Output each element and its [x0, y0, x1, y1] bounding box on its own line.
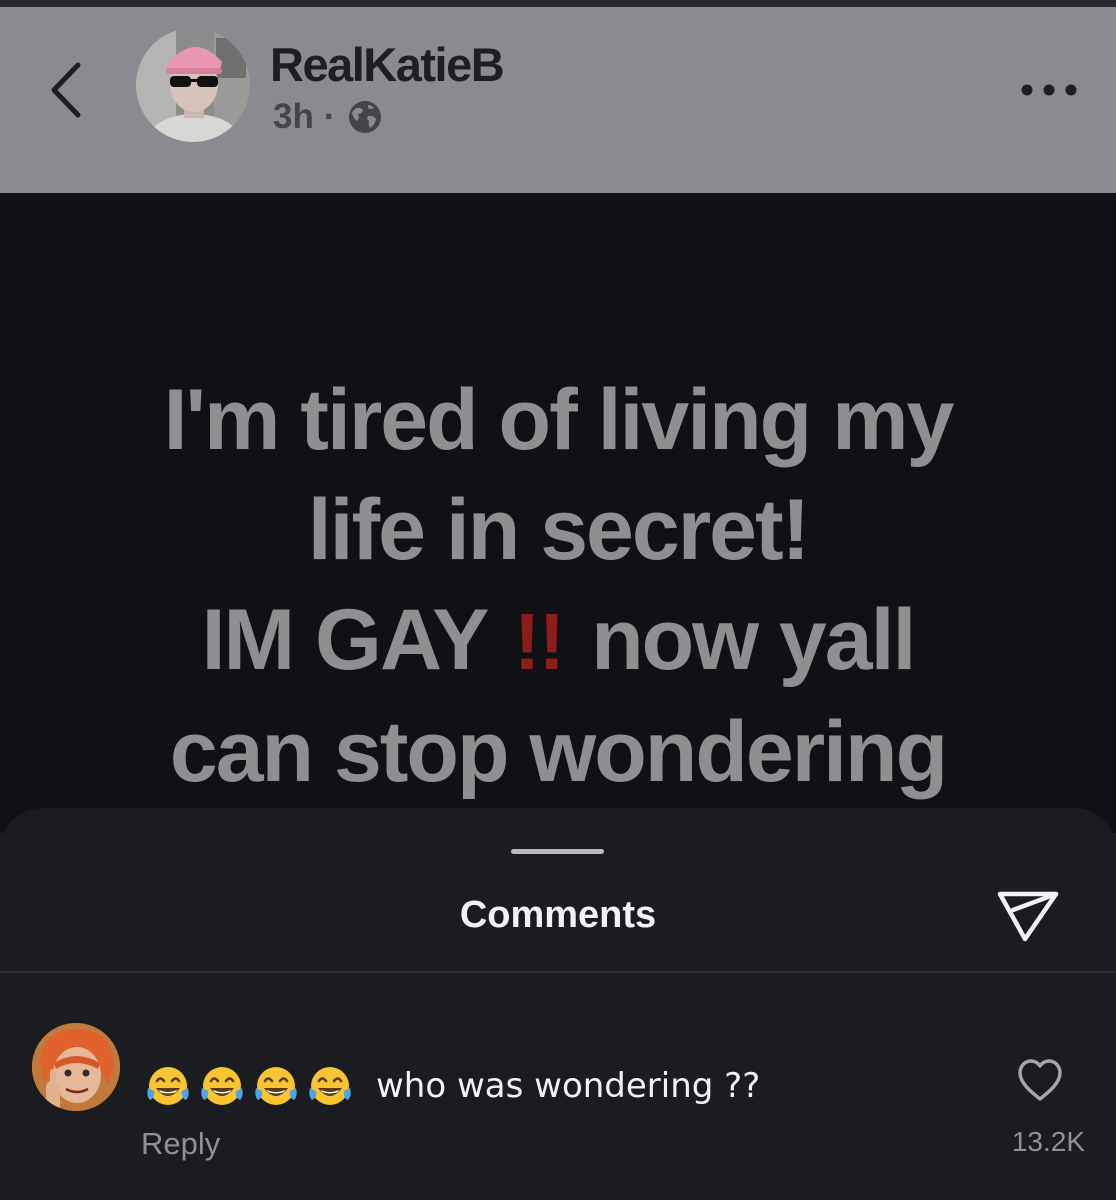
story-line-1: I'm tired of living my: [163, 372, 955, 468]
double-exclamation-mark: !!: [513, 597, 565, 686]
reply-button[interactable]: Reply: [141, 1126, 220, 1162]
post-meta: 3h ·: [273, 97, 382, 137]
heart-outline-icon: [1018, 1059, 1062, 1101]
back-button[interactable]: [40, 57, 96, 121]
author-avatar[interactable]: [136, 28, 250, 142]
comment-body: who was wondering ??: [144, 1062, 760, 1110]
comments-title: Comments: [459, 894, 657, 936]
author-avatar-image: [136, 28, 250, 142]
post-header: RealKatieB 3h ·: [0, 7, 1116, 193]
send-icon: [997, 891, 1059, 942]
more-button[interactable]: [1018, 77, 1080, 103]
story-line-3-start: IM GAY: [201, 592, 488, 688]
commenter-avatar-image: [32, 1023, 120, 1111]
tears-of-joy-emoji-icon: [255, 1067, 297, 1105]
story-text: I'm tired of living my life in secret! I…: [0, 365, 1116, 807]
comment-text: who was wondering ??: [376, 1066, 761, 1106]
more-horizontal-icon: [1021, 84, 1077, 96]
author-username[interactable]: RealKatieB: [270, 37, 505, 92]
comment-emojis: [144, 1062, 360, 1110]
story-line-4: can stop wondering: [169, 704, 948, 800]
comments-divider: [0, 971, 1116, 973]
story-line-3-end: now yall: [591, 592, 916, 688]
commenter-avatar[interactable]: [32, 1023, 120, 1111]
meta-separator: ·: [323, 97, 336, 136]
post-time: 3h: [273, 97, 314, 136]
share-button[interactable]: [995, 886, 1061, 944]
tears-of-joy-emoji-icon: [147, 1067, 189, 1105]
sheet-drag-handle[interactable]: [511, 849, 604, 854]
chevron-left-icon: [51, 62, 81, 118]
like-count: 13.2K: [1011, 1126, 1085, 1157]
comments-sheet: Comments who was wondering ?? Reply 13.2…: [0, 808, 1116, 1200]
story-line-3: IM GAY !! now yall: [0, 585, 1116, 697]
tears-of-joy-emoji-icon: [201, 1067, 243, 1105]
status-strip: [0, 0, 1116, 7]
like-button[interactable]: [1016, 1057, 1064, 1103]
story-line-2: life in secret!: [307, 482, 811, 578]
story-content: I'm tired of living my life in secret! I…: [0, 193, 1116, 833]
globe-icon: [348, 101, 381, 133]
tears-of-joy-emoji-icon: [309, 1067, 351, 1105]
